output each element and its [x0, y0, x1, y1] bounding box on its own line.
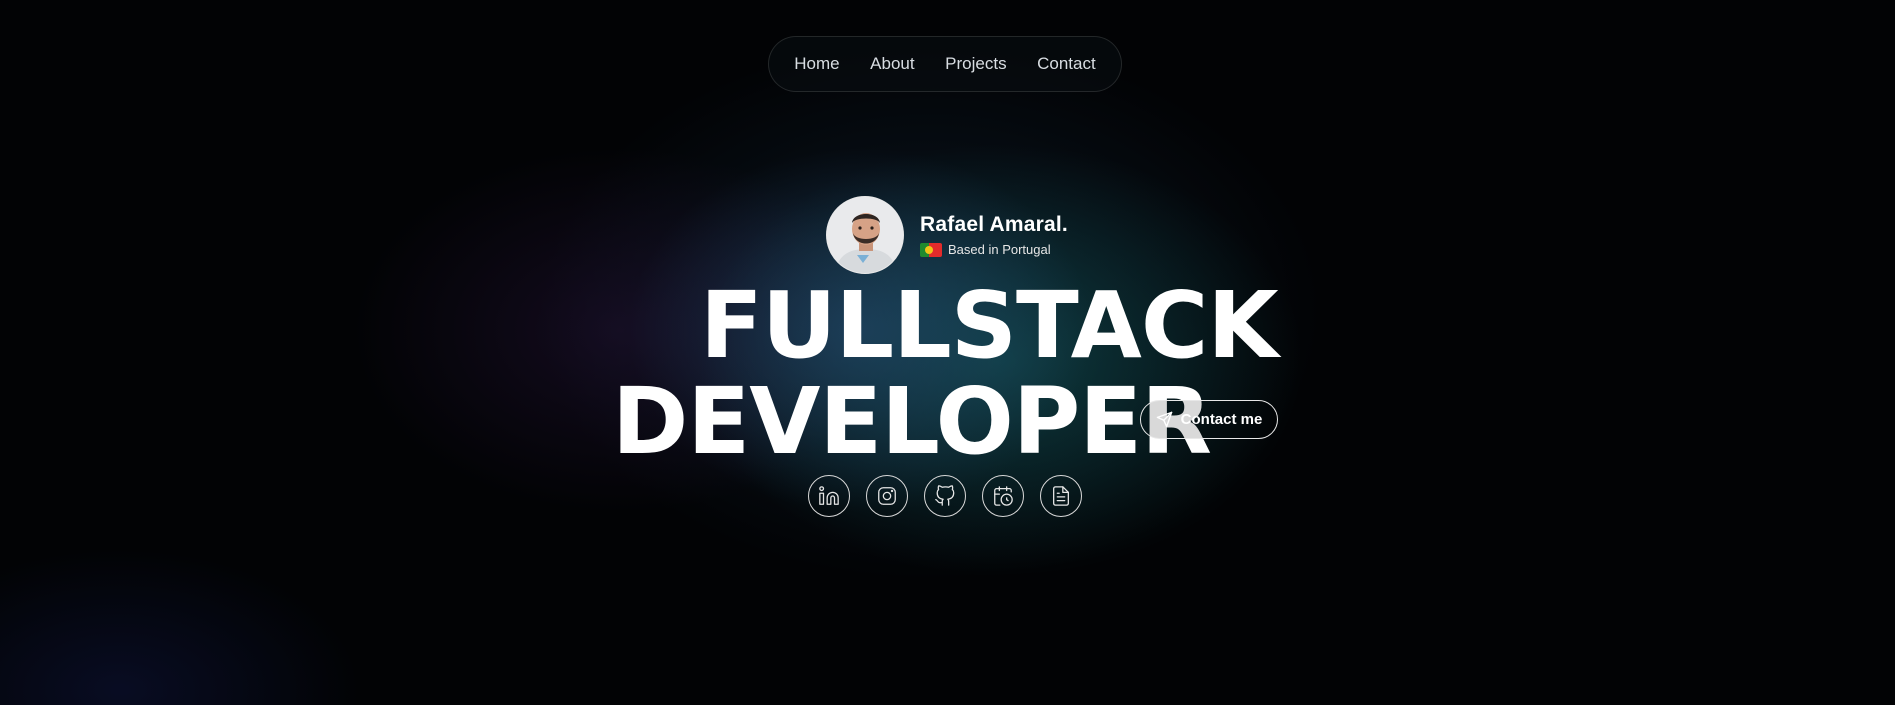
github-link[interactable]	[924, 475, 966, 517]
profile-text: Rafael Amaral. Based in Portugal	[920, 213, 1068, 257]
headline-line-1: FULLSTACK	[700, 272, 1279, 379]
portugal-flag-icon	[920, 242, 942, 257]
nav-home[interactable]: Home	[794, 54, 839, 74]
calendar-clock-icon	[994, 486, 1013, 506]
profile-block: Rafael Amaral. Based in Portugal	[826, 196, 1068, 274]
instagram-icon	[878, 487, 896, 505]
schedule-link[interactable]	[982, 475, 1024, 517]
nav-projects[interactable]: Projects	[945, 54, 1006, 74]
top-navigation: Home About Projects Contact	[768, 36, 1122, 92]
github-icon	[935, 485, 955, 506]
headline-line-2: DEVELOPER	[612, 368, 1212, 475]
send-icon	[1156, 411, 1172, 428]
resume-link[interactable]	[1040, 475, 1082, 517]
instagram-link[interactable]	[866, 475, 908, 517]
linkedin-icon	[819, 486, 839, 505]
location-text: Based in Portugal	[948, 242, 1051, 257]
profile-location: Based in Portugal	[920, 242, 1068, 257]
document-icon	[1053, 486, 1069, 506]
nav-about[interactable]: About	[870, 54, 914, 74]
social-links	[808, 475, 1082, 517]
contact-me-label: Contact me	[1180, 411, 1263, 428]
nav-contact[interactable]: Contact	[1037, 54, 1096, 74]
contact-me-button[interactable]: Contact me	[1140, 400, 1278, 439]
avatar	[826, 196, 904, 274]
profile-name: Rafael Amaral.	[920, 213, 1068, 236]
linkedin-link[interactable]	[808, 475, 850, 517]
